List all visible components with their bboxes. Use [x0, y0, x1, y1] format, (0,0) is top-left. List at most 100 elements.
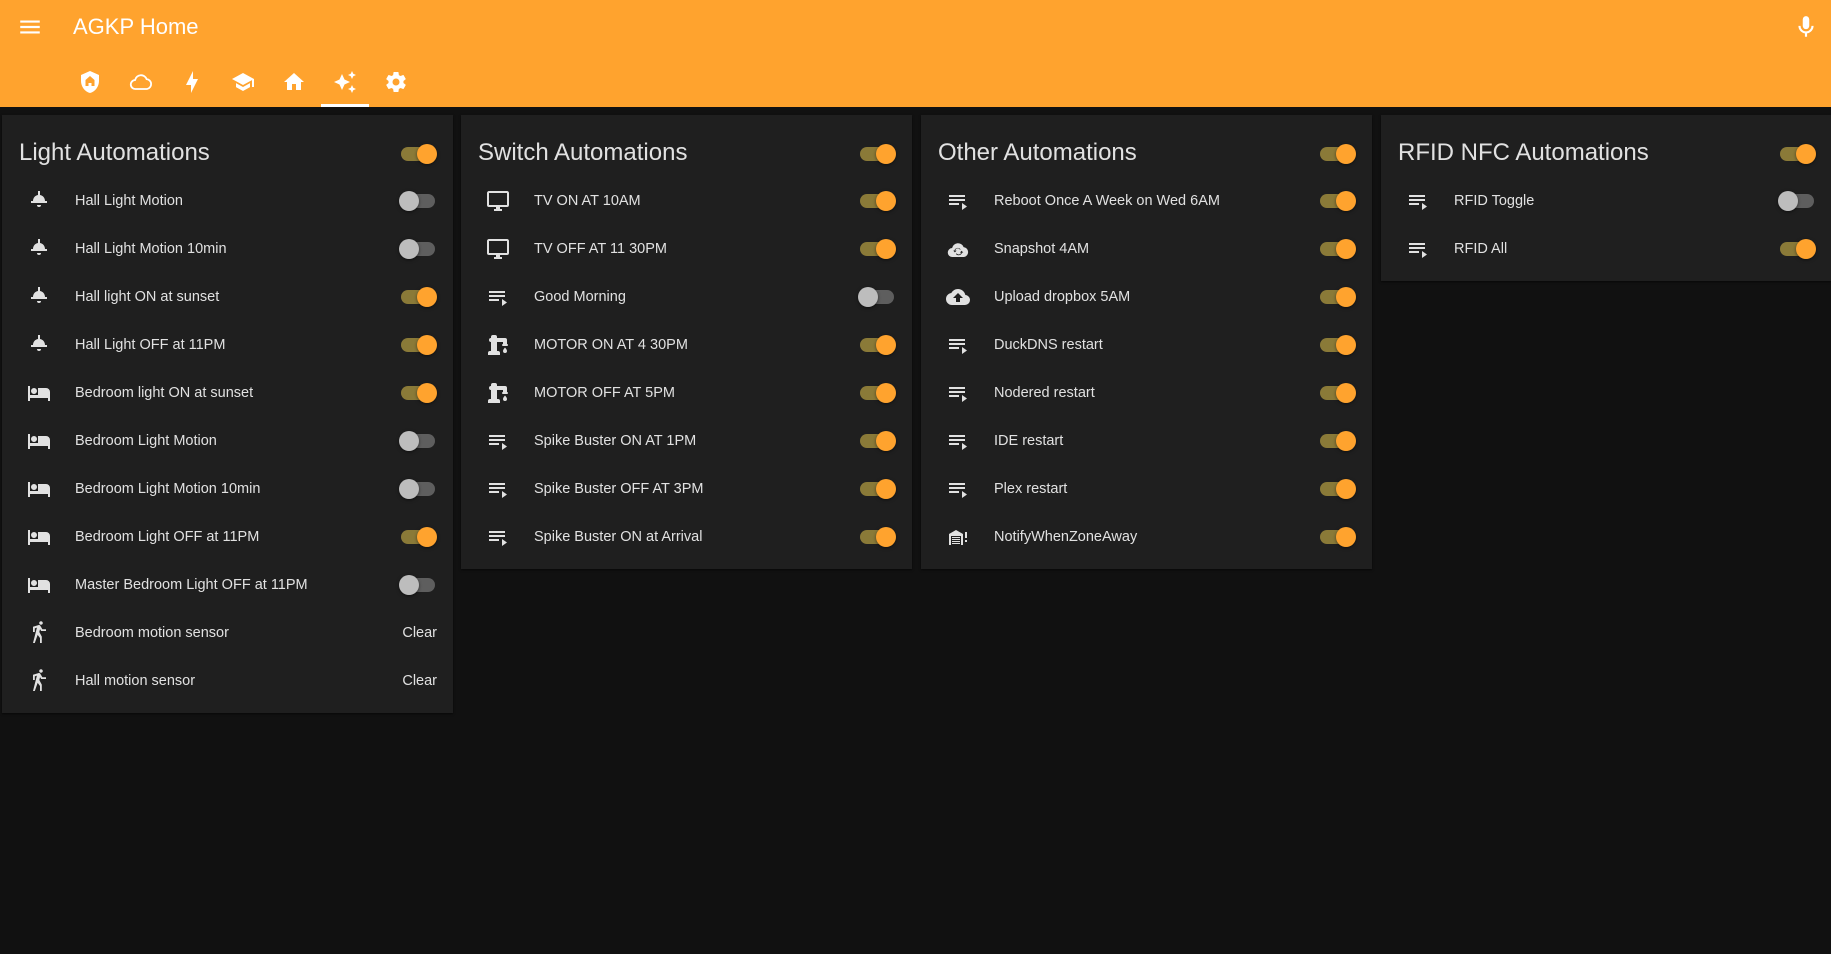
- cloud-sync-icon: [947, 243, 969, 258]
- walk-icon: [33, 669, 46, 691]
- header-toggle[interactable]: [1318, 142, 1356, 166]
- ceiling-light-icon: [31, 191, 47, 207]
- row-label: Hall motion sensor: [75, 673, 196, 689]
- automation-toggle[interactable]: [858, 285, 896, 309]
- row-label: Bedroom light ON at sunset: [75, 385, 254, 401]
- playlist-play-icon: [949, 483, 967, 498]
- menu-icon[interactable]: [17, 14, 43, 40]
- automation-toggle[interactable]: [858, 477, 896, 501]
- entity-row: Hall Light OFF at 11PM: [2, 321, 453, 369]
- tab-cloud[interactable]: [117, 64, 165, 107]
- automation-toggle[interactable]: [399, 429, 437, 453]
- automation-toggle[interactable]: [399, 525, 437, 549]
- row-label: Hall light ON at sunset: [75, 289, 220, 305]
- row-label: Plex restart: [994, 481, 1068, 497]
- automation-toggle[interactable]: [858, 525, 896, 549]
- header-toggle[interactable]: [1778, 142, 1816, 166]
- ceiling-light-icon: [31, 239, 47, 255]
- automation-toggle[interactable]: [1318, 429, 1356, 453]
- automation-toggle[interactable]: [858, 237, 896, 261]
- entity-row: Bedroom light ON at sunset: [2, 369, 453, 417]
- card-rfid-nfc-automations: RFID NFC Automations RFID Toggle RFID Al…: [1381, 115, 1831, 281]
- playlist-play-icon: [489, 483, 507, 498]
- tab-settings[interactable]: [372, 64, 420, 107]
- automation-toggle[interactable]: [399, 333, 437, 357]
- entity-row: Spike Buster OFF AT 3PM: [461, 465, 912, 513]
- entity-row: Good Morning: [461, 273, 912, 321]
- bed-icon: [28, 482, 50, 497]
- entity-row: Nodered restart: [921, 369, 1372, 417]
- header-toggle[interactable]: [858, 142, 896, 166]
- automation-toggle[interactable]: [399, 381, 437, 405]
- playlist-play-icon: [489, 291, 507, 306]
- entity-row: Bedroom motion sensor Clear: [2, 609, 453, 657]
- automation-toggle[interactable]: [858, 189, 896, 213]
- monitor-icon: [487, 191, 509, 211]
- tab-home-assistant[interactable]: [66, 64, 114, 107]
- tab-energy[interactable]: [168, 64, 216, 107]
- tab-school[interactable]: [219, 64, 267, 107]
- automation-toggle[interactable]: [858, 333, 896, 357]
- entity-row: Spike Buster ON at Arrival: [461, 513, 912, 561]
- card-header: Other Automations: [921, 115, 1372, 177]
- automation-toggle[interactable]: [858, 381, 896, 405]
- ceiling-light-icon: [31, 287, 47, 303]
- automation-toggle[interactable]: [1318, 189, 1356, 213]
- ceiling-light-icon: [31, 335, 47, 351]
- card-header: Light Automations: [2, 115, 453, 177]
- automation-toggle[interactable]: [399, 573, 437, 597]
- entity-row: Reboot Once A Week on Wed 6AM: [921, 177, 1372, 225]
- automation-toggle[interactable]: [1318, 285, 1356, 309]
- header-toggle[interactable]: [399, 142, 437, 166]
- row-label: Spike Buster ON at Arrival: [534, 529, 703, 545]
- automation-toggle[interactable]: [399, 285, 437, 309]
- card-title: RFID NFC Automations: [1398, 139, 1649, 166]
- row-label: MOTOR OFF AT 5PM: [534, 385, 675, 401]
- row-label: Master Bedroom Light OFF at 11PM: [75, 577, 308, 593]
- automation-toggle[interactable]: [1318, 237, 1356, 261]
- playlist-play-icon: [949, 339, 967, 354]
- cloud-upload-icon: [946, 289, 970, 305]
- row-label: Snapshot 4AM: [994, 241, 1090, 257]
- bed-icon: [28, 434, 50, 449]
- cloud-icon: [129, 74, 153, 90]
- sensor-state: Clear: [402, 625, 437, 641]
- playlist-play-icon: [489, 531, 507, 546]
- automation-toggle[interactable]: [1778, 189, 1816, 213]
- entity-row: DuckDNS restart: [921, 321, 1372, 369]
- row-label: DuckDNS restart: [994, 337, 1103, 353]
- row-label: Hall Light Motion 10min: [75, 241, 227, 257]
- automation-toggle[interactable]: [399, 477, 437, 501]
- water-pump-icon: [488, 335, 508, 355]
- automation-toggle[interactable]: [1778, 237, 1816, 261]
- cog-icon: [386, 72, 406, 92]
- entity-row: TV ON AT 10AM: [461, 177, 912, 225]
- automation-toggle[interactable]: [1318, 333, 1356, 357]
- tab-home[interactable]: [270, 64, 318, 107]
- row-label: Bedroom Light Motion 10min: [75, 481, 261, 497]
- school-icon: [232, 73, 254, 91]
- automation-toggle[interactable]: [858, 429, 896, 453]
- entity-row: Plex restart: [921, 465, 1372, 513]
- row-label: Spike Buster OFF AT 3PM: [534, 481, 704, 497]
- entity-row: IDE restart: [921, 417, 1372, 465]
- row-label: IDE restart: [994, 433, 1064, 449]
- row-label: Bedroom Light Motion: [75, 433, 217, 449]
- automation-toggle[interactable]: [399, 237, 437, 261]
- bed-icon: [28, 578, 50, 593]
- automation-toggle[interactable]: [399, 189, 437, 213]
- microphone-icon[interactable]: [1793, 14, 1819, 40]
- playlist-play-icon: [949, 387, 967, 402]
- tab-automations[interactable]: [321, 64, 369, 107]
- card-title: Light Automations: [19, 139, 210, 166]
- automation-toggle[interactable]: [1318, 525, 1356, 549]
- card-switch-automations: Switch Automations TV ON AT 10AM TV OFF …: [461, 115, 912, 569]
- entity-row: TV OFF AT 11 30PM: [461, 225, 912, 273]
- app-title: AGKP Home: [73, 14, 199, 39]
- row-label: Good Morning: [534, 289, 626, 305]
- playlist-play-icon: [1409, 243, 1427, 258]
- automation-toggle[interactable]: [1318, 477, 1356, 501]
- bed-icon: [28, 530, 50, 545]
- sensor-state: Clear: [402, 673, 437, 689]
- automation-toggle[interactable]: [1318, 381, 1356, 405]
